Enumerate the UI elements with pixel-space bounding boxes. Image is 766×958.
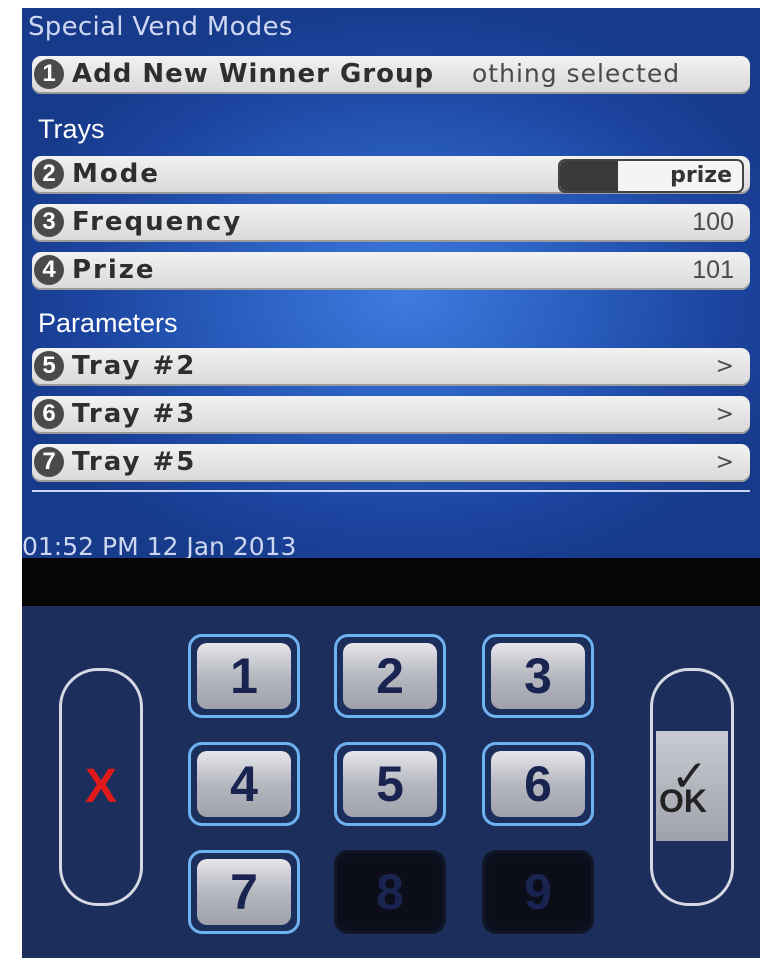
mode-toggle[interactable]: prize [558,159,744,193]
row-label: Add New Winner Group [72,59,435,89]
keypad: X ✓ OK 1 2 3 4 5 6 7 8 9 [22,606,760,958]
toggle-value: prize [670,163,732,188]
key-label: 4 [197,751,291,817]
section-title-parameters: Parameters [38,308,178,338]
row-number-badge: 2 [34,159,64,189]
row-value: othing selected [472,59,681,88]
key-label: 3 [491,643,585,709]
key-4[interactable]: 4 [188,742,300,826]
row-number-badge: 1 [34,59,64,89]
row-number-badge: 5 [34,351,64,381]
key-1[interactable]: 1 [188,634,300,718]
row-label: Prize [72,255,156,285]
key-8: 8 [334,850,446,934]
key-9: 9 [482,850,594,934]
chevron-right-icon: > [715,450,734,475]
row-number-badge: 7 [34,447,64,477]
row-number-badge: 3 [34,207,64,237]
ok-label: OK [659,783,707,819]
tray-5-row[interactable]: 7 Tray #5 > [32,444,750,482]
cancel-x-icon: X [84,760,117,813]
key-label: 9 [491,859,585,925]
chevron-right-icon: > [715,402,734,427]
row-label: Tray #5 [72,447,197,477]
key-label: 5 [343,751,437,817]
key-label: 1 [197,643,291,709]
frequency-row[interactable]: 3 Frequency 100 [32,204,750,242]
row-label: Frequency [72,207,243,237]
key-label: 2 [343,643,437,709]
prize-row[interactable]: 4 Prize 101 [32,252,750,290]
key-label: 6 [491,751,585,817]
vend-screen: Special Vend Modes 1 Add New Winner Grou… [22,8,760,558]
cancel-button[interactable]: X [59,668,143,906]
screen-title: Special Vend Modes [28,12,293,42]
key-6[interactable]: 6 [482,742,594,826]
chevron-right-icon: > [715,354,734,379]
status-band [22,558,760,606]
key-label: 7 [197,859,291,925]
datetime-status: 01:52 PM 12 Jan 2013 [22,532,297,558]
row-value: 101 [692,256,734,284]
mode-row[interactable]: 2 Mode prize [32,156,750,194]
section-title-trays: Trays [38,114,105,144]
toggle-knob [560,161,618,191]
row-number-badge: 6 [34,399,64,429]
row-value: 100 [692,208,734,236]
key-3[interactable]: 3 [482,634,594,718]
row-label: Mode [72,159,160,189]
key-2[interactable]: 2 [334,634,446,718]
tray-2-row[interactable]: 5 Tray #2 > [32,348,750,386]
list-divider [32,490,750,492]
row-label: Tray #2 [72,351,197,381]
add-winner-group-row[interactable]: 1 Add New Winner Group othing selected [32,56,750,94]
row-number-badge: 4 [34,255,64,285]
key-7[interactable]: 7 [188,850,300,934]
row-label: Tray #3 [72,399,197,429]
key-label: 8 [343,859,437,925]
tray-3-row[interactable]: 6 Tray #3 > [32,396,750,434]
ok-button[interactable]: ✓ OK [650,668,734,906]
key-5[interactable]: 5 [334,742,446,826]
